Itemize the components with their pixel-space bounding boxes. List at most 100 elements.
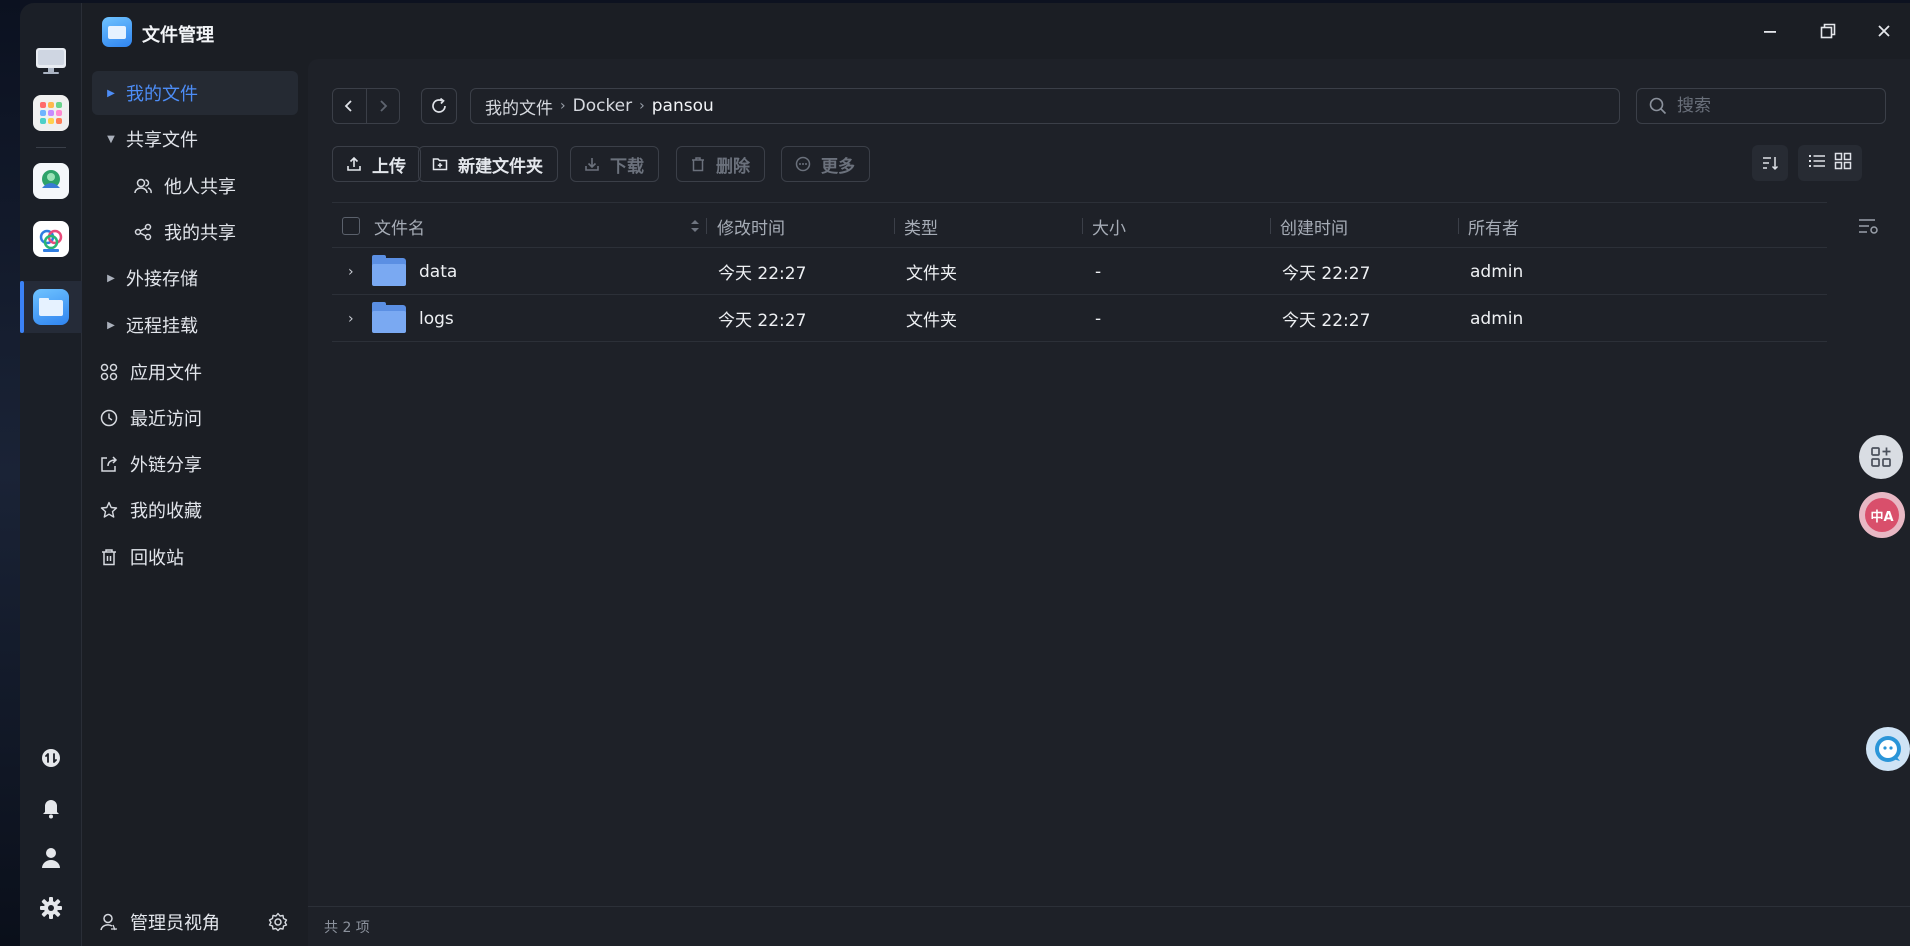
chat-assistant-icon <box>1875 736 1901 762</box>
column-divider[interactable] <box>1270 218 1271 234</box>
sidebar-item-recent[interactable]: 最近访问 <box>92 396 298 440</box>
sidebar-item-my-files[interactable]: ▶ 我的文件 <box>92 71 298 115</box>
file-modified: 今天 22:27 <box>718 311 807 331</box>
dock-desktop-app[interactable] <box>33 43 69 79</box>
sidebar-item-app-files[interactable]: 应用文件 <box>92 350 298 394</box>
sync-icon[interactable] <box>40 747 62 769</box>
sidebar-item-label: 远程挂载 <box>126 316 198 337</box>
header-modified[interactable]: 修改时间 <box>717 203 785 249</box>
header-size[interactable]: 大小 <box>1092 203 1126 249</box>
column-divider[interactable] <box>1082 218 1083 234</box>
admin-view-toggle[interactable]: 管理员视角 <box>82 898 308 946</box>
expand-chevron-icon[interactable]: › <box>348 248 354 295</box>
title-bar: 文件管理 <box>82 3 1910 59</box>
close-button[interactable] <box>1872 19 1896 43</box>
sort-button[interactable] <box>1752 145 1788 181</box>
table-row[interactable]: › data 今天 22:27 文件夹 - 今天 22:27 admin <box>332 248 1827 295</box>
floating-translate-button[interactable]: 中A <box>1859 492 1905 538</box>
sort-arrows-icon[interactable] <box>690 203 700 249</box>
new-folder-label: 新建文件夹 <box>458 156 543 177</box>
dock-app-store[interactable] <box>33 163 69 199</box>
caret-down-icon: ▼ <box>107 133 115 145</box>
download-button[interactable]: 下载 <box>570 146 659 182</box>
dock-file-manager[interactable] <box>33 289 69 325</box>
breadcrumb-item[interactable]: 我的文件 <box>485 94 553 119</box>
forward-button[interactable] <box>365 89 399 123</box>
dock-active-indicator <box>20 281 24 333</box>
share-icon <box>132 221 154 243</box>
floating-chat-button[interactable] <box>1866 727 1910 771</box>
file-table: 文件名 修改时间 类型 大小 创建时间 所有者 › data 今天 22:27 … <box>332 202 1878 342</box>
header-created[interactable]: 创建时间 <box>1280 203 1348 249</box>
grid-view-icon[interactable] <box>1834 152 1852 174</box>
sidebar-item-my-shares[interactable]: 我的共享 <box>92 210 298 254</box>
trash-icon <box>98 546 120 568</box>
file-type: 文件夹 <box>906 311 957 331</box>
search-box[interactable] <box>1636 88 1886 124</box>
list-view-icon[interactable] <box>1808 152 1826 174</box>
translate-icon: 中A <box>1865 498 1899 532</box>
sidebar-item-label: 他人共享 <box>164 177 236 198</box>
select-all-checkbox[interactable] <box>342 203 360 249</box>
restore-icon <box>1820 23 1836 39</box>
column-divider[interactable] <box>706 218 707 234</box>
download-label: 下载 <box>610 156 644 177</box>
column-divider[interactable] <box>1458 218 1459 234</box>
bell-icon[interactable] <box>40 797 62 819</box>
sidebar-item-external-storage[interactable]: ▶ 外接存储 <box>92 256 298 300</box>
sidebar-item-favorites[interactable]: 我的收藏 <box>92 488 298 532</box>
new-folder-button[interactable]: 新建文件夹 <box>418 146 558 182</box>
settings-gear-icon[interactable] <box>40 897 62 919</box>
column-settings-icon[interactable] <box>1858 203 1880 249</box>
file-size: - <box>1095 308 1102 329</box>
header-owner[interactable]: 所有者 <box>1468 203 1519 249</box>
file-type: 文件夹 <box>906 264 957 284</box>
search-input[interactable] <box>1677 96 1877 116</box>
refresh-button[interactable] <box>421 88 457 124</box>
sidebar-settings-icon[interactable] <box>268 912 288 936</box>
header-name[interactable]: 文件名 <box>374 203 425 249</box>
header-type[interactable]: 类型 <box>904 203 938 249</box>
sidebar-item-shared-files[interactable]: ▼ 共享文件 <box>92 117 298 161</box>
caret-right-icon: ▶ <box>107 272 115 284</box>
file-manager-logo-icon <box>102 17 132 47</box>
file-modified: 今天 22:27 <box>718 264 807 284</box>
download-icon <box>584 156 600 172</box>
sort-icon <box>1763 157 1779 171</box>
sidebar: ▶ 我的文件 ▼ 共享文件 他人共享 我的共享 ▶ 外接存储 ▶ 远程挂载 应用… <box>82 59 308 946</box>
dock-separator <box>36 147 66 148</box>
maximize-button[interactable] <box>1816 19 1840 43</box>
upload-button[interactable]: 上传 <box>332 146 421 182</box>
dock-app-center[interactable] <box>33 95 69 131</box>
app-grid-icon <box>40 102 62 124</box>
main-content: 我的文件 › Docker › pansou 上传 新建文件夹 下载 删除 <box>308 59 1910 946</box>
column-divider[interactable] <box>894 218 895 234</box>
dock-feiniu-app[interactable] <box>33 221 69 257</box>
sidebar-item-external-links[interactable]: 外链分享 <box>92 442 298 486</box>
chevron-right-icon: › <box>639 98 645 114</box>
expand-chevron-icon[interactable]: › <box>348 295 354 342</box>
breadcrumb-item[interactable]: Docker <box>573 96 633 116</box>
item-count: 共 2 项 <box>324 919 370 936</box>
user-icon[interactable] <box>40 847 62 869</box>
file-name[interactable]: logs <box>419 295 454 342</box>
admin-view-label: 管理员视角 <box>130 913 220 934</box>
more-button[interactable]: 更多 <box>781 146 870 182</box>
table-row[interactable]: › logs 今天 22:27 文件夹 - 今天 22:27 admin <box>332 295 1827 342</box>
search-icon <box>1649 97 1667 115</box>
sidebar-item-remote-mount[interactable]: ▶ 远程挂载 <box>92 303 298 347</box>
minimize-button[interactable] <box>1758 19 1782 43</box>
history-nav <box>332 88 400 124</box>
sidebar-item-recycle-bin[interactable]: 回收站 <box>92 535 298 579</box>
back-button[interactable] <box>333 89 366 123</box>
delete-button[interactable]: 删除 <box>676 146 765 182</box>
external-share-icon <box>98 453 120 475</box>
cloud-app-icon <box>39 229 63 252</box>
sidebar-item-shared-with-me[interactable]: 他人共享 <box>92 164 298 208</box>
breadcrumb-current[interactable]: pansou <box>652 96 714 116</box>
floating-toolbox-button[interactable] <box>1859 435 1903 479</box>
folder-icon <box>372 295 406 342</box>
file-name[interactable]: data <box>419 248 457 295</box>
apps-icon <box>98 361 120 383</box>
breadcrumb: 我的文件 › Docker › pansou <box>470 88 1620 124</box>
